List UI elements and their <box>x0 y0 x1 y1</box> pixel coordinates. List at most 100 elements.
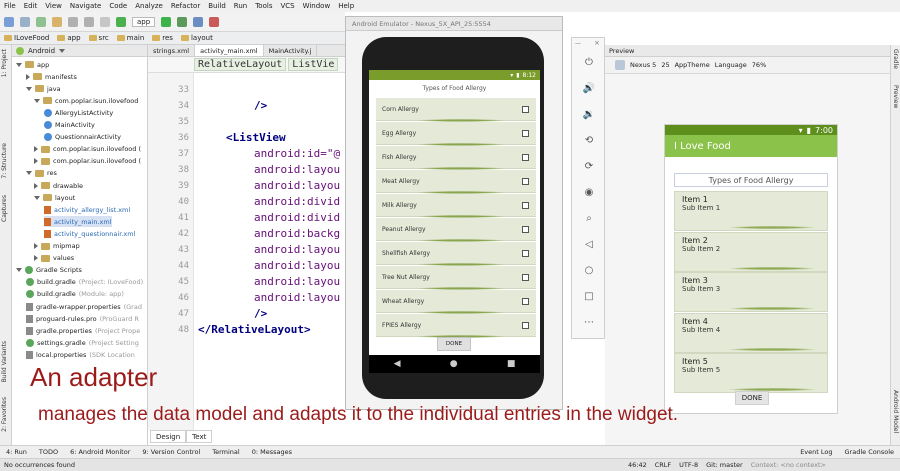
tool-window-5[interactable]: 0: Messages <box>246 448 298 456</box>
menu-run[interactable]: Run <box>230 2 251 10</box>
tool-window-6[interactable]: Event Log <box>794 448 838 456</box>
tab-preview[interactable]: Preview <box>892 85 899 108</box>
breadcrumb-relativelayout[interactable]: RelativeLayout <box>194 58 287 71</box>
overview-icon[interactable]: □ <box>583 290 595 302</box>
chevron-down-icon[interactable] <box>34 195 40 200</box>
stop-icon[interactable] <box>209 16 220 27</box>
tab-favorites[interactable]: 2: Favorites <box>1 397 8 432</box>
tool-window-2[interactable]: 6: Android Monitor <box>64 448 136 456</box>
zoom-icon[interactable]: ⌕ <box>583 212 595 224</box>
more-icon[interactable]: ⋯ <box>583 316 595 328</box>
menu-tools[interactable]: Tools <box>251 2 276 10</box>
allergy-checkbox[interactable] <box>522 297 529 305</box>
allergy-list-item[interactable]: Wheat Allergy <box>376 290 536 314</box>
nav-crumb-1[interactable]: app <box>57 34 81 42</box>
preview-list-item[interactable]: Item 4 Sub Item 4 <box>674 312 828 353</box>
tab-design[interactable]: Design <box>150 430 187 443</box>
layers-icon[interactable] <box>615 60 625 70</box>
tree-item[interactable]: build.gradle (Module: app) <box>26 289 124 300</box>
allergy-list-item[interactable]: Meat Allergy <box>376 170 536 194</box>
menu-build[interactable]: Build <box>204 2 230 10</box>
allergy-list-item[interactable]: Fish Allergy <box>376 146 536 170</box>
allergy-list-item[interactable]: Peanut Allergy <box>376 218 536 242</box>
tab-structure[interactable]: 7: Structure <box>1 143 8 179</box>
device-select[interactable]: Nexus 5 <box>630 61 656 69</box>
preview-list-item[interactable]: Item 1 Sub Item 1 <box>674 191 828 231</box>
allergy-checkbox[interactable] <box>522 321 529 329</box>
menu-view[interactable]: View <box>41 2 66 10</box>
tree-item[interactable]: AllergyListActivity <box>44 107 113 118</box>
allergy-checkbox[interactable] <box>522 105 529 113</box>
paste-icon[interactable] <box>84 16 94 27</box>
tree-item[interactable]: manifests <box>26 71 77 82</box>
breadcrumb-listview[interactable]: ListVie <box>288 58 339 71</box>
tool-window-0[interactable]: 4: Run <box>0 448 33 456</box>
run-icon[interactable] <box>161 16 172 27</box>
tree-item[interactable]: com.poplar.isun.ilovefood <box>34 95 138 106</box>
code-editor[interactable]: /> <ListView android:id="@ android:layou and… <box>194 73 348 430</box>
open-icon[interactable] <box>4 16 14 27</box>
tree-item[interactable]: com.poplar.isun.ilovefood ( <box>34 156 141 167</box>
tree-item[interactable]: res <box>26 168 57 179</box>
editor-tab-activity-main[interactable]: activity_main.xml <box>195 45 264 56</box>
allergy-checkbox[interactable] <box>522 201 529 209</box>
theme-select[interactable]: AppTheme <box>675 61 710 69</box>
nav-crumb-0[interactable]: ILoveFood <box>4 34 49 42</box>
rotate-right-icon[interactable]: ⟳ <box>583 160 595 172</box>
allergy-list-item[interactable]: Milk Allergy <box>376 194 536 218</box>
sync-icon[interactable] <box>36 16 46 27</box>
tab-build-variants[interactable]: Build Variants <box>1 341 8 382</box>
tree-item[interactable]: gradle-wrapper.properties (Grad <box>26 301 142 312</box>
allergy-list-item[interactable]: Shellfish Allergy <box>376 242 536 266</box>
allergy-list-item[interactable]: Egg Allergy <box>376 122 536 146</box>
back-nav-icon[interactable]: ◀ <box>394 359 401 369</box>
menu-window[interactable]: Window <box>299 2 335 10</box>
back-icon[interactable]: ◁ <box>583 238 595 250</box>
chevron-right-icon[interactable] <box>34 243 38 249</box>
chevron-right-icon[interactable] <box>34 158 38 165</box>
menu-help[interactable]: Help <box>334 2 358 10</box>
nav-crumb-3[interactable]: main <box>116 34 144 42</box>
tree-item[interactable]: QuestionnairActivity <box>44 132 121 143</box>
debug-icon[interactable] <box>177 16 188 27</box>
tree-item[interactable]: local.properties (SDK Location <box>26 349 135 360</box>
nav-crumb-5[interactable]: layout <box>180 34 213 42</box>
tree-item[interactable]: drawable <box>34 180 83 191</box>
menu-analyze[interactable]: Analyze <box>131 2 167 10</box>
volume-down-icon[interactable]: 🔉 <box>583 108 595 120</box>
line-separator[interactable]: CRLF <box>651 461 675 469</box>
chevron-right-icon[interactable] <box>34 182 38 189</box>
profile-icon[interactable] <box>193 16 204 27</box>
api-select[interactable]: 25 <box>661 61 669 69</box>
tool-window-4[interactable]: Terminal <box>206 448 245 456</box>
menu-edit[interactable]: Edit <box>20 2 42 10</box>
close-icon[interactable]: × <box>594 39 600 47</box>
power-icon[interactable]: ⏻ <box>583 56 595 68</box>
tree-item[interactable]: app <box>16 59 49 70</box>
tree-item[interactable]: gradle.properties (Project Prope <box>26 325 140 336</box>
menu-code[interactable]: Code <box>105 2 131 10</box>
language-select[interactable]: Language <box>715 61 747 69</box>
tree-item[interactable]: mipmap <box>34 241 80 252</box>
allergy-checkbox[interactable] <box>522 273 529 281</box>
tree-item[interactable]: activity_allergy_list.xml <box>44 204 130 215</box>
nav-crumb-2[interactable]: src <box>88 34 109 42</box>
tree-item[interactable]: activity_main.xml <box>44 216 112 228</box>
allergy-list-item[interactable]: Corn Allergy <box>376 98 536 122</box>
home-nav-icon[interactable]: ● <box>450 359 458 369</box>
tree-item[interactable]: Gradle Scripts <box>16 265 82 276</box>
chevron-down-icon[interactable] <box>26 86 32 91</box>
allergy-checkbox[interactable] <box>522 225 529 233</box>
allergy-checkbox[interactable] <box>522 249 529 257</box>
allergy-checkbox[interactable] <box>522 129 529 137</box>
tool-window-1[interactable]: TODO <box>33 448 64 456</box>
tool-window-3[interactable]: 9: Version Control <box>136 448 206 456</box>
chevron-down-icon[interactable] <box>16 268 22 273</box>
tab-captures[interactable]: Captures <box>1 195 8 222</box>
tab-android-model[interactable]: Android Model <box>892 390 899 433</box>
menu-vcs[interactable]: VCS <box>276 2 298 10</box>
tree-item[interactable]: build.gradle (Project: ILoveFood) <box>26 277 143 288</box>
preview-done-button[interactable]: DONE <box>735 391 769 405</box>
menu-refactor[interactable]: Refactor <box>167 2 204 10</box>
make-icon[interactable] <box>116 16 126 27</box>
